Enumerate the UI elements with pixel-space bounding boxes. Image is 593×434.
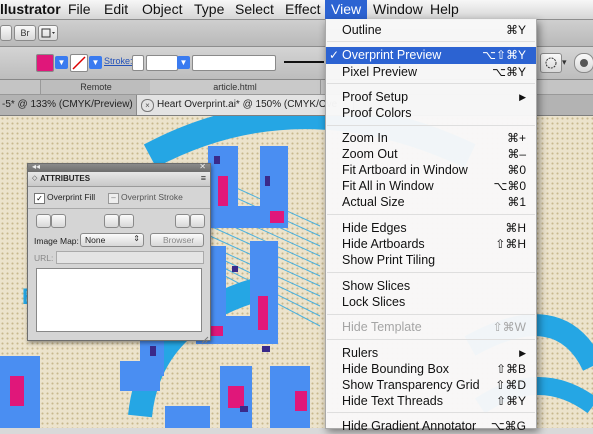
even-odd-button[interactable]	[190, 214, 205, 228]
menu-item-rulers[interactable]: Rulers ▶	[326, 345, 536, 361]
menu-item-hide-bounding-box[interactable]: Hide Bounding Box ⇧⌘B	[326, 361, 536, 377]
menu-item-overprint-preview[interactable]: ✓ Overprint Preview ⌥⇧⌘Y	[326, 47, 536, 64]
panel-collapse-icon[interactable]: ◇	[32, 174, 37, 182]
preferences-button[interactable]	[574, 53, 593, 73]
menu-separator	[327, 83, 535, 84]
stroke-dropdown-icon[interactable]: ▼	[89, 56, 102, 69]
tab-heart-overprint[interactable]: × Heart Overprint.ai* @ 150% (CMYK/Ove	[136, 95, 354, 115]
stroke-weight-dropdown-icon[interactable]: ▼	[177, 56, 190, 69]
overprint-stroke-checkbox[interactable]: –	[108, 193, 119, 204]
menu-item-pixel-preview[interactable]: Pixel Preview ⌥⌘Y	[326, 64, 536, 80]
close-panel-icon[interactable]: ✕	[199, 162, 206, 171]
panel-divider	[28, 208, 210, 209]
overprint-fill-label: Overprint Fill	[47, 192, 96, 202]
brush-stroke-preview	[284, 61, 324, 63]
fill-swatch[interactable]	[36, 54, 54, 72]
browser-tab-article[interactable]: article.html	[150, 80, 321, 94]
menu-item-hide-artboards[interactable]: Hide Artboards ⇧⌘H	[326, 236, 536, 252]
menu-item-hide-gradient-annotator[interactable]: Hide Gradient Annotator ⌥⌘G	[326, 418, 536, 434]
menu-separator	[327, 41, 535, 42]
menu-item-proof-colors[interactable]: Proof Colors	[326, 105, 536, 121]
menu-item-show-transparency-grid[interactable]: Show Transparency Grid ⇧⌘D	[326, 377, 536, 393]
gear-icon	[580, 59, 588, 67]
menu-bar: llustrator File Edit Object Type Select …	[0, 0, 593, 20]
menu-item-hide-edges[interactable]: Hide Edges ⌘H	[326, 220, 536, 236]
arrange-documents-button[interactable]	[38, 25, 58, 41]
view-menu: Outline ⌘Y ✓ Overprint Preview ⌥⇧⌘Y Pixel …	[325, 19, 537, 433]
url-list[interactable]	[36, 268, 202, 332]
menu-item-outline[interactable]: Outline ⌘Y	[326, 22, 536, 38]
menu-window[interactable]: Window	[367, 0, 429, 19]
checkmark-icon: ✓	[329, 48, 340, 62]
options-dropdown-icon[interactable]: ▾	[562, 57, 567, 68]
menu-separator	[327, 272, 535, 273]
menu-item-zoom-out[interactable]: Zoom Out ⌘–	[326, 146, 536, 162]
panel-menu-icon[interactable]: ≡	[201, 173, 206, 183]
resize-grip-icon[interactable]	[201, 331, 209, 344]
menu-view[interactable]: View	[325, 0, 368, 19]
menu-file[interactable]: File	[62, 0, 97, 19]
submenu-arrow-icon: ▶	[519, 92, 526, 102]
tab-heart-overprint-label: Heart Overprint.ai* @ 150% (CMYK/Ove	[157, 99, 338, 110]
select-arrows-icon: ⇕	[133, 234, 140, 243]
menu-item-zoom-in[interactable]: Zoom In ⌘+	[326, 130, 536, 146]
panel-title: ATTRIBUTES	[40, 174, 91, 183]
menu-item-proof-setup[interactable]: Proof Setup ▶	[326, 89, 536, 105]
menu-item-lock-slices[interactable]: Lock Slices	[326, 294, 536, 310]
menu-item-fit-artboard[interactable]: Fit Artboard in Window ⌘0	[326, 162, 536, 178]
nonzero-winding-button[interactable]	[175, 214, 190, 228]
menu-separator	[327, 339, 535, 340]
tab-document-1[interactable]: -5* @ 133% (CMYK/Preview)	[0, 95, 139, 115]
menu-separator	[327, 214, 535, 215]
image-map-label: Image Map:	[34, 236, 79, 246]
stroke-weight-stepper[interactable]	[132, 55, 144, 71]
panel-drag-bar[interactable]: ◂◂ ✕	[28, 162, 210, 172]
reverse-path-direction-on-button[interactable]	[119, 214, 134, 228]
menu-item-actual-size[interactable]: Actual Size ⌘1	[326, 194, 536, 210]
variable-width-profile[interactable]	[192, 55, 276, 71]
arrange-icon	[41, 28, 55, 38]
url-label: URL:	[34, 253, 54, 263]
panel-header: ◇ ATTRIBUTES ≡	[28, 172, 210, 187]
selection-tool-options-button[interactable]	[540, 53, 562, 73]
menu-type[interactable]: Type	[188, 0, 230, 19]
menu-item-hide-text-threads[interactable]: Hide Text Threads ⇧⌘Y	[326, 393, 536, 409]
fill-dropdown-icon[interactable]: ▼	[55, 56, 68, 69]
menu-separator	[327, 125, 535, 126]
app-menu[interactable]: llustrator	[0, 0, 67, 19]
dont-show-center-button[interactable]	[36, 214, 51, 228]
browser-button[interactable]: Browser	[150, 233, 204, 247]
stroke-weight-input[interactable]	[146, 55, 178, 71]
stroke-swatch[interactable]	[70, 54, 88, 72]
menu-edit[interactable]: Edit	[98, 0, 134, 19]
recolor-icon	[545, 57, 557, 69]
menu-item-hide-template: Hide Template ⇧⌘W	[342, 320, 526, 334]
menu-separator	[327, 412, 535, 413]
image-map-value: None	[85, 235, 106, 245]
close-tab-icon[interactable]: ×	[141, 99, 154, 112]
app-bar-button[interactable]	[0, 25, 12, 41]
overprint-fill-checkbox[interactable]: ✓	[34, 193, 45, 204]
attributes-panel: ◂◂ ✕ ◇ ATTRIBUTES ≡ ✓ Overprint Fill – O…	[27, 162, 211, 344]
submenu-arrow-icon: ▶	[519, 348, 526, 358]
menu-help[interactable]: Help	[424, 0, 465, 19]
reverse-path-direction-off-button[interactable]	[104, 214, 119, 228]
menu-item-show-slices[interactable]: Show Slices	[326, 278, 536, 294]
menu-item-show-print-tiling[interactable]: Show Print Tiling	[326, 252, 536, 268]
show-center-button[interactable]	[51, 214, 66, 228]
menu-object[interactable]: Object	[136, 0, 188, 19]
menu-separator	[327, 314, 535, 315]
stroke-label[interactable]: Stroke:	[104, 56, 133, 66]
menu-effect[interactable]: Effect	[279, 0, 327, 19]
menu-item-fit-all[interactable]: Fit All in Window ⌥⌘0	[326, 178, 536, 194]
menu-select[interactable]: Select	[229, 0, 280, 19]
overprint-stroke-label: Overprint Stroke	[121, 192, 183, 202]
bridge-button[interactable]: Br	[14, 25, 36, 41]
no-stroke-icon	[72, 56, 86, 70]
image-map-select[interactable]: None ⇕	[80, 233, 144, 247]
url-input[interactable]	[56, 251, 204, 264]
browser-tab-remote[interactable]: Remote	[40, 80, 152, 94]
browser-button-label: Browser	[163, 235, 195, 245]
collapse-panel-icon[interactable]: ◂◂	[32, 162, 40, 171]
